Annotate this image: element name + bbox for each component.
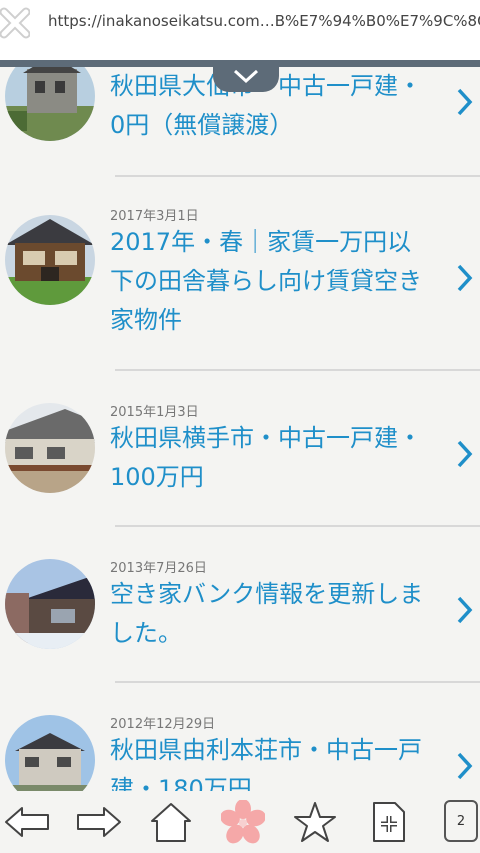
home-icon[interactable] — [148, 799, 194, 845]
chevron-right-icon[interactable] — [456, 87, 474, 117]
chevron-right-icon[interactable] — [456, 595, 474, 625]
divider — [115, 369, 480, 371]
article-thumbnail — [5, 559, 95, 649]
divider — [115, 681, 480, 683]
star-icon[interactable] — [292, 799, 338, 845]
article-thumbnail — [5, 715, 95, 791]
close-icon[interactable] — [0, 6, 31, 40]
tabs-icon[interactable]: 2 — [444, 800, 478, 842]
back-arrow-icon[interactable] — [4, 799, 50, 845]
article-thumbnail — [5, 67, 95, 141]
article-title[interactable]: 空き家バンク情報を更新しました。 — [110, 575, 430, 653]
article-thumbnail — [5, 215, 95, 305]
chevron-right-icon[interactable] — [456, 439, 474, 469]
article-thumbnail — [5, 403, 95, 493]
add-page-icon[interactable] — [366, 799, 412, 845]
url-field[interactable]: https://inakanoseikatsu.com…B%E7%94%B0%E… — [48, 12, 480, 30]
article-title[interactable]: 秋田県由利本荘市・中古一戸建・180万円 — [110, 731, 430, 791]
bottom-toolbar: 2 — [0, 791, 480, 853]
article-title[interactable]: 2017年・春｜家賃一万円以下の田舎暮らし向け賃貸空き家物件 — [110, 223, 430, 340]
article-date: 2013年7月26日 — [110, 561, 207, 576]
article-date: 2015年1月3日 — [110, 405, 199, 420]
url-bar: https://inakanoseikatsu.com…B%E7%94%B0%E… — [0, 0, 480, 60]
article-list: 秋田県大仙市・中古一戸建・0円（無償譲渡） 2017年3月1日 2017年・春｜… — [0, 67, 480, 791]
article-title[interactable]: 秋田県横手市・中古一戸建・100万円 — [110, 419, 430, 497]
chevron-right-icon[interactable] — [456, 751, 474, 781]
sakura-icon[interactable] — [220, 799, 266, 845]
article-date: 2017年3月1日 — [110, 209, 199, 224]
divider — [115, 175, 480, 177]
divider — [115, 525, 480, 527]
forward-arrow-icon[interactable] — [76, 799, 122, 845]
chevron-right-icon[interactable] — [456, 263, 474, 293]
collapse-toolbar-button[interactable] — [213, 60, 279, 92]
article-date: 2012年12月29日 — [110, 717, 216, 732]
